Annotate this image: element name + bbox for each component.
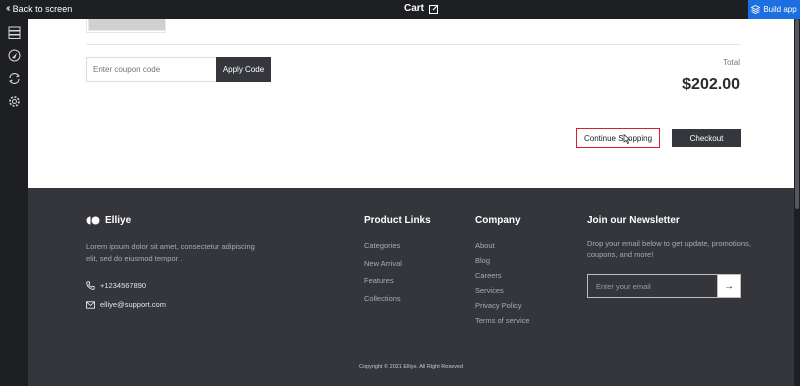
footer-link-terms-of-service[interactable]: Terms of service <box>475 316 530 331</box>
double-chevron-left-icon: ‹‹ <box>6 3 10 14</box>
footer-link-blog[interactable]: Blog <box>475 256 530 271</box>
apply-code-button[interactable]: Apply Code <box>216 57 271 82</box>
phone-contact[interactable]: +1234567890 <box>86 281 146 290</box>
footer-link-privacy-policy[interactable]: Privacy Policy <box>475 301 530 316</box>
footer-link-services[interactable]: Services <box>475 286 530 301</box>
footer-link-features[interactable]: Features <box>364 276 402 294</box>
build-app-button[interactable]: Build app <box>748 0 800 19</box>
sync-icon[interactable] <box>8 72 21 85</box>
brand-name: Elliye <box>105 215 132 226</box>
cart-content: Apply Code Total $202.00 Continue Shoppi… <box>28 19 794 188</box>
settings-icon[interactable] <box>8 95 21 108</box>
newsletter-title: Join our Newsletter <box>587 215 680 226</box>
copyright-text: Copyright © 2021 Elliye. All Right Resev… <box>358 364 464 370</box>
footer-link-about[interactable]: About <box>475 241 530 256</box>
page-title-text: Cart <box>404 3 425 14</box>
support-email: elliye@support.com <box>100 300 166 309</box>
footer-description: Lorem ipsum dolor sit amet, consectetur … <box>86 242 255 263</box>
newsletter-email-input[interactable] <box>587 274 717 298</box>
mail-icon <box>86 300 95 309</box>
newsletter-submit-button[interactable]: → <box>717 274 741 298</box>
stack-icon <box>751 5 761 14</box>
coupon-code-input[interactable] <box>86 57 216 82</box>
footer-link-careers[interactable]: Careers <box>475 271 530 286</box>
build-app-label: Build app <box>763 5 797 14</box>
footer-link-new-arrival[interactable]: New Arrival <box>364 259 402 277</box>
navigation-icon[interactable] <box>8 49 21 62</box>
page-title: Cart <box>404 3 439 14</box>
continue-shopping-button[interactable]: Continue Shopping <box>576 128 660 148</box>
footer: Elliye Lorem ipsum dolor sit amet, conse… <box>28 188 794 386</box>
email-contact[interactable]: elliye@support.com <box>86 300 166 309</box>
footer-link-categories[interactable]: Categories <box>364 241 402 259</box>
phone-number: +1234567890 <box>100 281 147 290</box>
elliye-logo-icon <box>86 216 100 225</box>
layers-icon[interactable] <box>8 26 21 39</box>
mouse-cursor-icon <box>623 134 631 144</box>
top-bar: ‹‹ Back to screen Cart Build app <box>0 0 800 19</box>
footer-link-collections[interactable]: Collections <box>364 294 402 312</box>
checkout-button[interactable]: Checkout <box>672 129 741 147</box>
edit-icon[interactable] <box>429 4 439 14</box>
footer-brand[interactable]: Elliye <box>86 215 131 226</box>
left-rail <box>0 19 28 386</box>
product-links-list: Categories New Arrival Features Collecti… <box>364 241 402 311</box>
divider <box>86 44 740 45</box>
arrow-right-icon: → <box>724 280 734 292</box>
scrollbar[interactable] <box>794 19 800 386</box>
back-label: Back to screen <box>12 3 73 14</box>
company-list: About Blog Careers Services Privacy Poli… <box>475 241 530 331</box>
total-value: $202.00 <box>682 76 740 93</box>
product-thumbnail <box>88 19 166 31</box>
newsletter-description: Drop your email below to get update, pro… <box>587 239 751 259</box>
back-to-screen-button[interactable]: ‹‹ Back to screen <box>6 3 72 14</box>
total-label: Total <box>723 58 740 67</box>
company-title: Company <box>475 215 521 226</box>
phone-icon <box>86 281 95 290</box>
scrollbar-thumb[interactable] <box>795 19 799 209</box>
product-links-title: Product Links <box>364 215 431 226</box>
